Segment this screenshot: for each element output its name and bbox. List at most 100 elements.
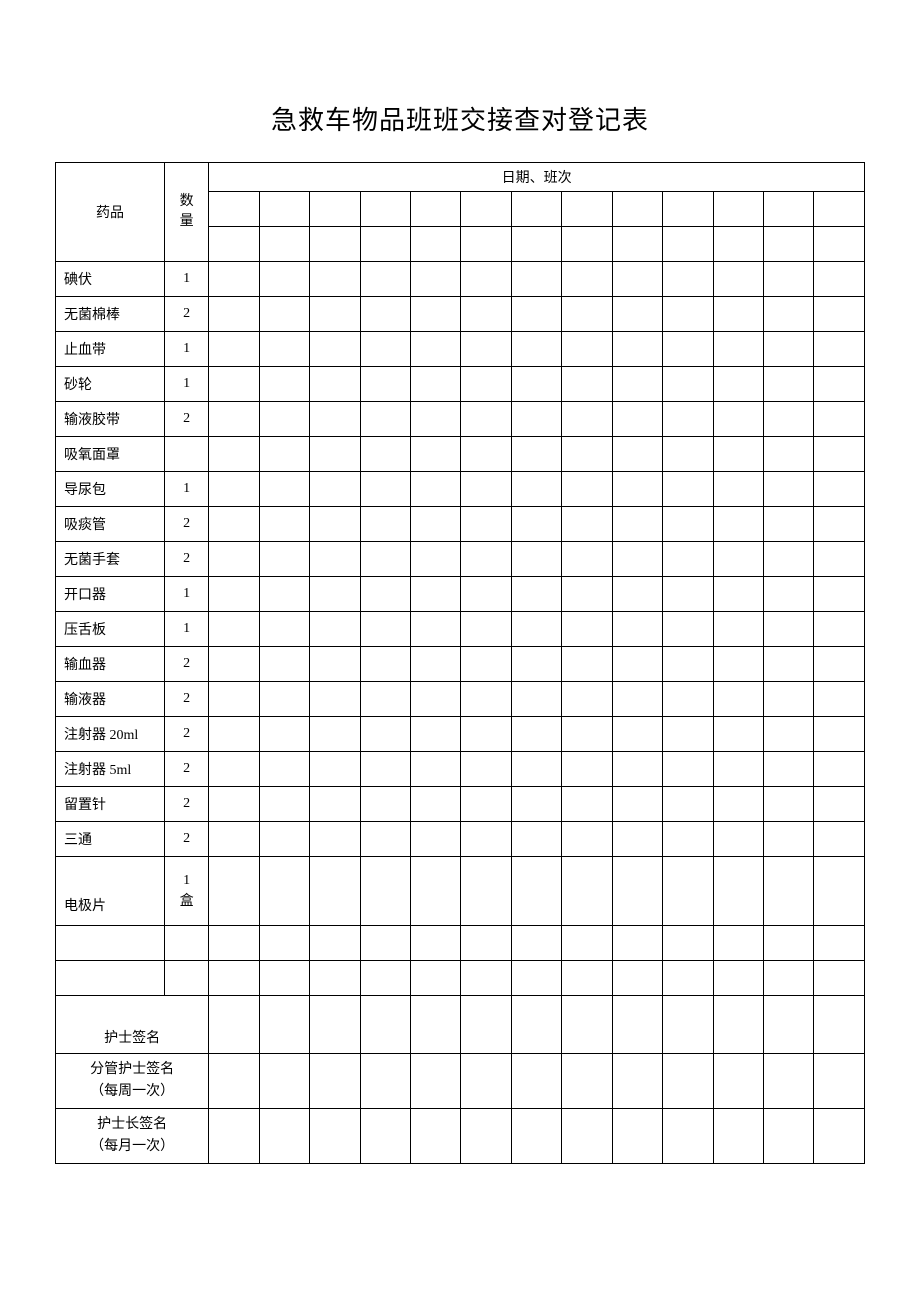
check-cell[interactable] (663, 507, 713, 542)
check-cell[interactable] (259, 647, 309, 682)
check-cell[interactable] (511, 507, 561, 542)
check-cell[interactable] (511, 262, 561, 297)
check-cell[interactable] (663, 822, 713, 857)
check-cell[interactable] (612, 437, 662, 472)
check-cell[interactable] (713, 402, 763, 437)
check-cell[interactable] (310, 262, 360, 297)
check-cell[interactable] (713, 472, 763, 507)
check-cell[interactable] (259, 367, 309, 402)
check-cell[interactable] (562, 262, 612, 297)
check-cell[interactable] (259, 577, 309, 612)
check-cell[interactable] (259, 297, 309, 332)
check-cell[interactable] (612, 367, 662, 402)
check-cell[interactable] (410, 717, 460, 752)
check-cell[interactable] (511, 367, 561, 402)
check-cell[interactable] (410, 682, 460, 717)
check-cell[interactable] (259, 437, 309, 472)
check-cell[interactable] (511, 437, 561, 472)
check-cell[interactable] (663, 262, 713, 297)
check-cell[interactable] (663, 332, 713, 367)
check-cell[interactable] (612, 752, 662, 787)
check-cell[interactable] (410, 402, 460, 437)
check-cell[interactable] (511, 402, 561, 437)
check-cell[interactable] (360, 262, 410, 297)
check-cell[interactable] (562, 297, 612, 332)
check-cell[interactable] (562, 542, 612, 577)
check-cell[interactable] (562, 332, 612, 367)
check-cell[interactable] (763, 472, 813, 507)
check-cell[interactable] (209, 542, 259, 577)
check-cell[interactable] (410, 472, 460, 507)
check-cell[interactable] (360, 437, 410, 472)
check-cell[interactable] (360, 367, 410, 402)
check-cell[interactable] (562, 402, 612, 437)
check-cell[interactable] (511, 297, 561, 332)
check-cell[interactable] (310, 822, 360, 857)
check-cell[interactable] (259, 752, 309, 787)
check-cell[interactable] (713, 822, 763, 857)
check-cell[interactable] (209, 717, 259, 752)
check-cell[interactable] (663, 682, 713, 717)
check-cell[interactable] (461, 647, 511, 682)
check-cell[interactable] (259, 262, 309, 297)
check-cell[interactable] (562, 787, 612, 822)
check-cell[interactable] (310, 297, 360, 332)
check-cell[interactable] (763, 647, 813, 682)
check-cell[interactable] (713, 612, 763, 647)
check-cell[interactable] (814, 367, 865, 402)
check-cell[interactable] (511, 542, 561, 577)
check-cell[interactable] (461, 717, 511, 752)
check-cell[interactable] (814, 402, 865, 437)
check-cell[interactable] (763, 262, 813, 297)
check-cell[interactable] (360, 612, 410, 647)
check-cell[interactable] (612, 332, 662, 367)
check-cell[interactable] (713, 647, 763, 682)
check-cell[interactable] (763, 402, 813, 437)
check-cell[interactable] (310, 367, 360, 402)
check-cell[interactable] (562, 857, 612, 926)
check-cell[interactable] (511, 717, 561, 752)
check-cell[interactable] (713, 577, 763, 612)
check-cell[interactable] (814, 682, 865, 717)
check-cell[interactable] (814, 612, 865, 647)
check-cell[interactable] (410, 367, 460, 402)
check-cell[interactable] (410, 542, 460, 577)
check-cell[interactable] (209, 752, 259, 787)
check-cell[interactable] (562, 822, 612, 857)
check-cell[interactable] (612, 717, 662, 752)
check-cell[interactable] (461, 752, 511, 787)
check-cell[interactable] (209, 577, 259, 612)
check-cell[interactable] (209, 612, 259, 647)
check-cell[interactable] (410, 262, 460, 297)
check-cell[interactable] (562, 507, 612, 542)
check-cell[interactable] (209, 507, 259, 542)
check-cell[interactable] (310, 857, 360, 926)
check-cell[interactable] (461, 367, 511, 402)
check-cell[interactable] (713, 857, 763, 926)
check-cell[interactable] (360, 297, 410, 332)
check-cell[interactable] (713, 682, 763, 717)
check-cell[interactable] (562, 647, 612, 682)
check-cell[interactable] (310, 507, 360, 542)
check-cell[interactable] (612, 507, 662, 542)
check-cell[interactable] (562, 752, 612, 787)
check-cell[interactable] (410, 647, 460, 682)
check-cell[interactable] (663, 297, 713, 332)
check-cell[interactable] (713, 367, 763, 402)
check-cell[interactable] (663, 542, 713, 577)
check-cell[interactable] (209, 682, 259, 717)
check-cell[interactable] (763, 332, 813, 367)
check-cell[interactable] (310, 542, 360, 577)
check-cell[interactable] (259, 717, 309, 752)
check-cell[interactable] (663, 437, 713, 472)
check-cell[interactable] (360, 542, 410, 577)
check-cell[interactable] (713, 297, 763, 332)
check-cell[interactable] (612, 262, 662, 297)
check-cell[interactable] (461, 297, 511, 332)
check-cell[interactable] (360, 647, 410, 682)
check-cell[interactable] (209, 437, 259, 472)
check-cell[interactable] (310, 752, 360, 787)
check-cell[interactable] (562, 437, 612, 472)
check-cell[interactable] (562, 612, 612, 647)
check-cell[interactable] (511, 577, 561, 612)
